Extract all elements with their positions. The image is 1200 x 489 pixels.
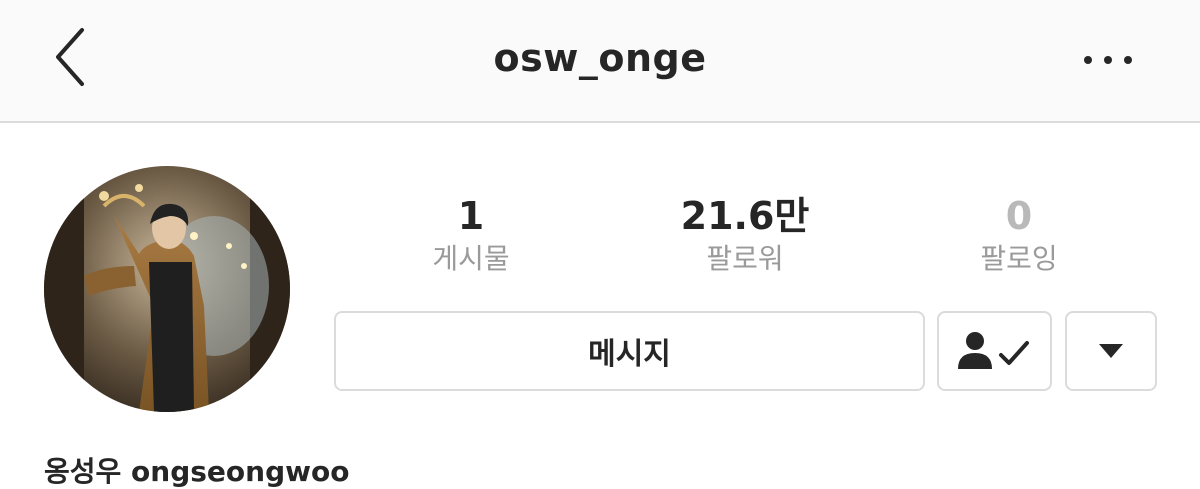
posts-label: 게시물	[432, 242, 510, 275]
message-button[interactable]: 메시지	[334, 311, 925, 391]
posts-count: 1	[457, 194, 485, 238]
profile-name: 옹성우 ongseongwoo	[44, 455, 350, 488]
avatar[interactable]	[44, 166, 290, 412]
more-horizontal-icon	[1084, 56, 1092, 64]
following-label: 팔로잉	[980, 242, 1058, 275]
top-navigation-bar: osw_onge	[0, 0, 1200, 123]
caret-down-icon	[1099, 344, 1123, 358]
followers-label: 팔로워	[706, 242, 784, 275]
following-count: 0	[1005, 194, 1033, 238]
suggestions-dropdown-button[interactable]	[1065, 311, 1157, 391]
followers-count: 21.6만	[680, 194, 810, 238]
more-options-button[interactable]	[1080, 45, 1136, 75]
stat-posts[interactable]: 1 게시물	[371, 193, 571, 277]
stat-followers[interactable]: 21.6만 팔로워	[645, 193, 845, 277]
stat-following[interactable]: 0 팔로잉	[919, 193, 1119, 277]
following-button[interactable]	[937, 311, 1052, 391]
person-check-icon	[957, 332, 1029, 369]
page-title: osw_onge	[493, 36, 707, 80]
profile-photo	[44, 166, 290, 412]
